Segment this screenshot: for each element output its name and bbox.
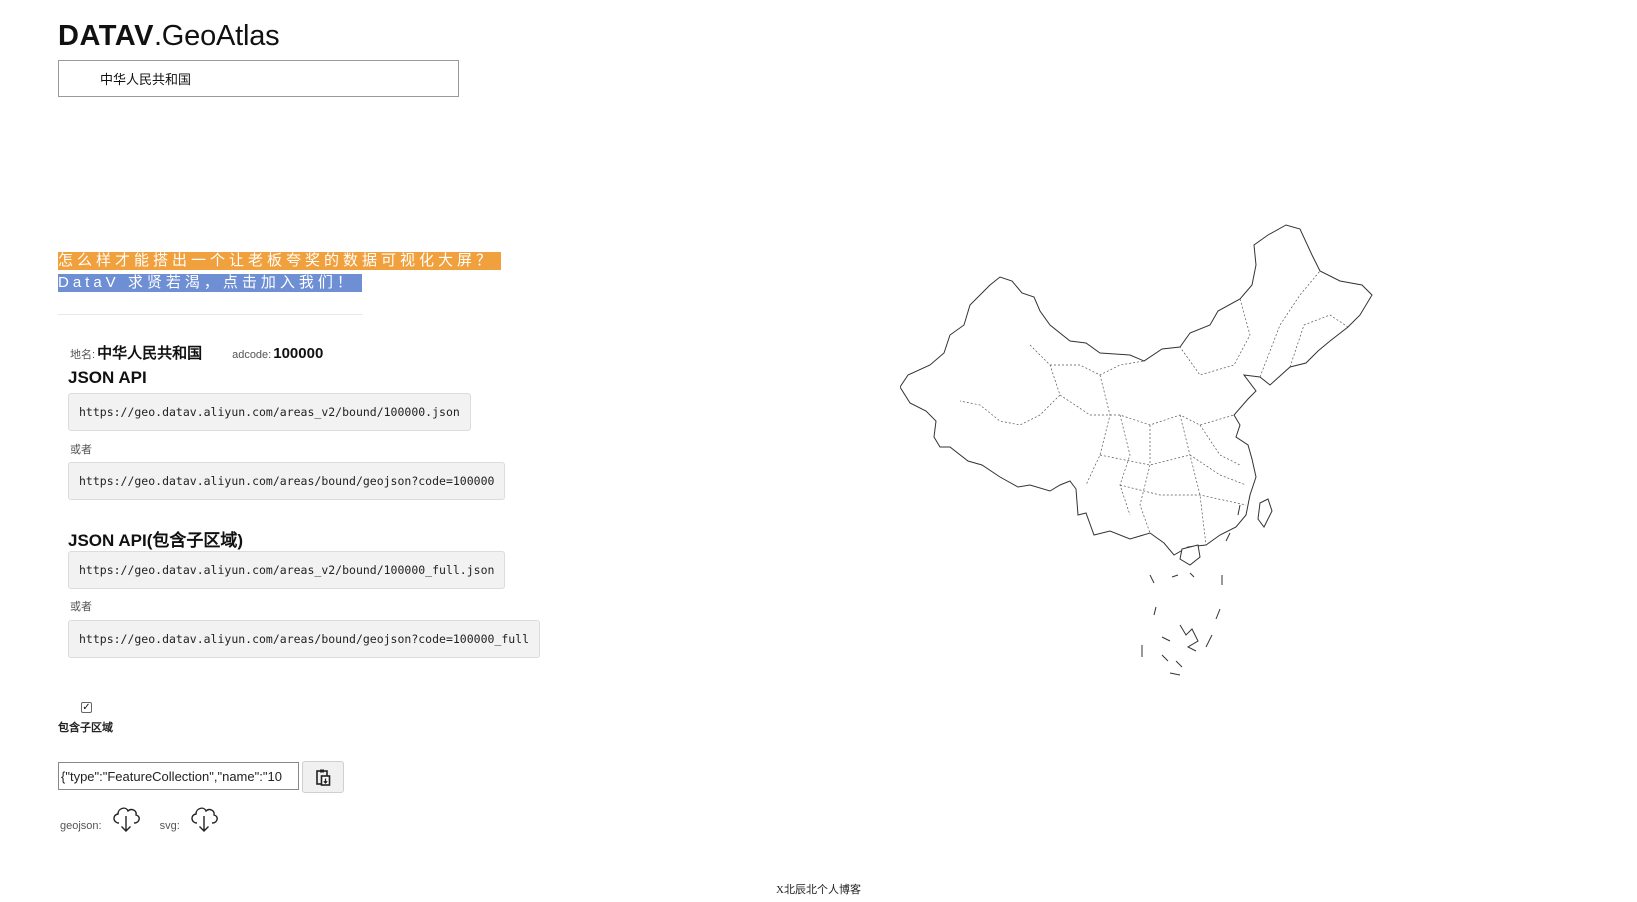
name-value: 中华人民共和国 <box>97 345 203 362</box>
cloud-download-icon[interactable] <box>110 804 142 834</box>
promo-banner-1[interactable]: 怎么样才能搭出一个让老板夸奖的数据可视化大屏？ <box>58 252 502 270</box>
json-api-full-url-v2[interactable]: https://geo.datav.aliyun.com/areas_v2/bo… <box>68 551 506 589</box>
region-selector[interactable]: 中华人民共和国 <box>58 60 459 97</box>
logo-light-text: .GeoAtlas <box>153 20 280 52</box>
adcode-label: adcode: <box>232 349 272 361</box>
download-row: geojson: svg: <box>60 804 238 834</box>
geojson-download-label: geojson: <box>60 820 102 832</box>
include-subregions-label: 包含子区域 <box>58 722 113 734</box>
name-label: 地名: <box>70 349 96 361</box>
copy-button[interactable] <box>302 761 344 793</box>
divider <box>58 314 363 315</box>
china-outline <box>900 224 1373 566</box>
region-info-row: 地名: 中华人民共和国 adcode: 100000 <box>70 342 323 363</box>
adcode-value: 100000 <box>273 345 324 362</box>
footer-text[interactable]: X北辰北个人博客 <box>0 881 1637 897</box>
china-map[interactable] <box>900 215 1420 715</box>
logo: DATAV .GeoAtlas <box>58 20 280 54</box>
json-api-full-title: JSON API(包含子区域) <box>68 531 244 550</box>
or-label: 或者 <box>70 444 92 456</box>
cloud-download-icon[interactable] <box>188 804 220 834</box>
include-subregions-checkbox[interactable]: ✓ <box>81 702 92 713</box>
region-selector-value: 中华人民共和国 <box>100 72 192 87</box>
json-api-full-url-geojson[interactable]: https://geo.datav.aliyun.com/areas/bound… <box>68 620 541 658</box>
geojson-output-field[interactable]: {"type":"FeatureCollection","name":"10 <box>58 762 299 790</box>
json-api-url-v2[interactable]: https://geo.datav.aliyun.com/areas_v2/bo… <box>68 393 471 431</box>
clipboard-icon <box>316 769 331 786</box>
json-api-url-geojson[interactable]: https://geo.datav.aliyun.com/areas/bound… <box>68 462 506 500</box>
json-api-title: JSON API <box>68 368 147 387</box>
svg-download-label: svg: <box>159 820 180 832</box>
promo-banner-2[interactable]: DataV 求贤若渴，点击加入我们！ <box>58 274 362 292</box>
logo-bold-text: DATAV <box>58 20 154 52</box>
or-label: 或者 <box>70 601 92 613</box>
